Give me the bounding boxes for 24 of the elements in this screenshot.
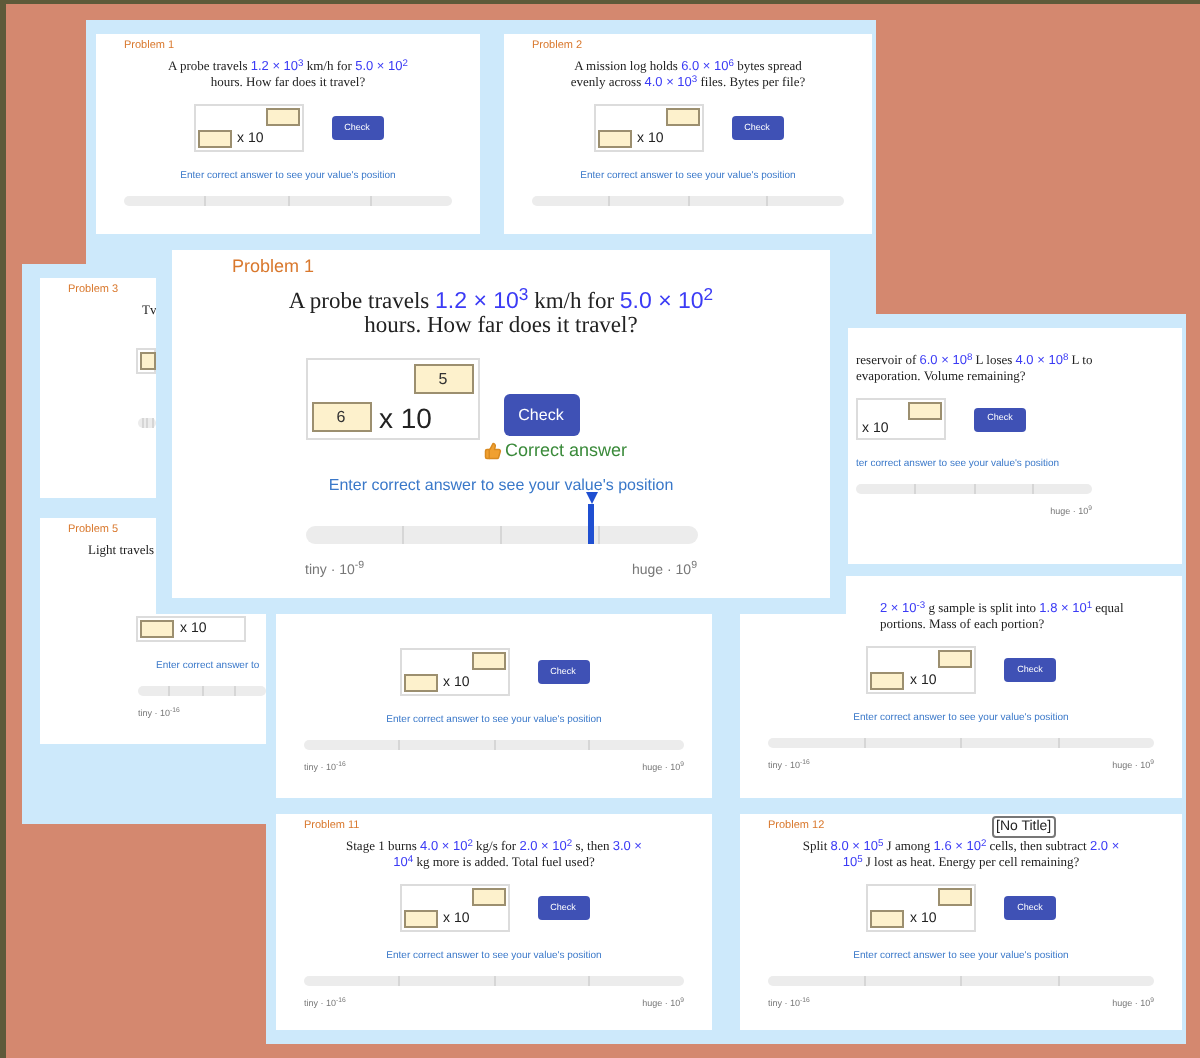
- mantissa-field[interactable]: [403, 910, 437, 928]
- mantissa-field[interactable]: [597, 130, 631, 148]
- mantissa-field[interactable]: [870, 672, 904, 690]
- problem-label: Problem 1: [232, 256, 315, 278]
- exponent-field[interactable]: [908, 402, 942, 420]
- exponent-field[interactable]: 5: [413, 364, 473, 394]
- exponent-field[interactable]: [471, 652, 505, 670]
- thumbs-up-icon: [483, 441, 501, 459]
- times-ten-label: x 10: [379, 401, 432, 433]
- position-marker: [585, 492, 598, 544]
- mantissa-field[interactable]: [140, 620, 174, 638]
- exponent-field[interactable]: [665, 108, 699, 126]
- mantissa-field[interactable]: 6: [311, 402, 371, 432]
- check-button[interactable]: Check: [503, 394, 579, 436]
- mantissa-field[interactable]: [870, 910, 904, 928]
- exponent-field[interactable]: [265, 108, 299, 126]
- mantissa-field[interactable]: [403, 674, 437, 692]
- question-text: A probe travels 1.2 × 10$^{3}$ km/h for 5.0 × 10$^{2}$ hours. How far does it travel?: [286, 290, 716, 338]
- feedback-text: Correct answer: [505, 440, 628, 460]
- exponent-field[interactable]: [938, 888, 972, 906]
- mantissa-field[interactable]: [197, 130, 231, 148]
- exponent-field[interactable]: [471, 888, 505, 906]
- hint-text: Enter correct answer to see your value's position: [328, 476, 674, 496]
- exponent-field[interactable]: [938, 650, 972, 668]
